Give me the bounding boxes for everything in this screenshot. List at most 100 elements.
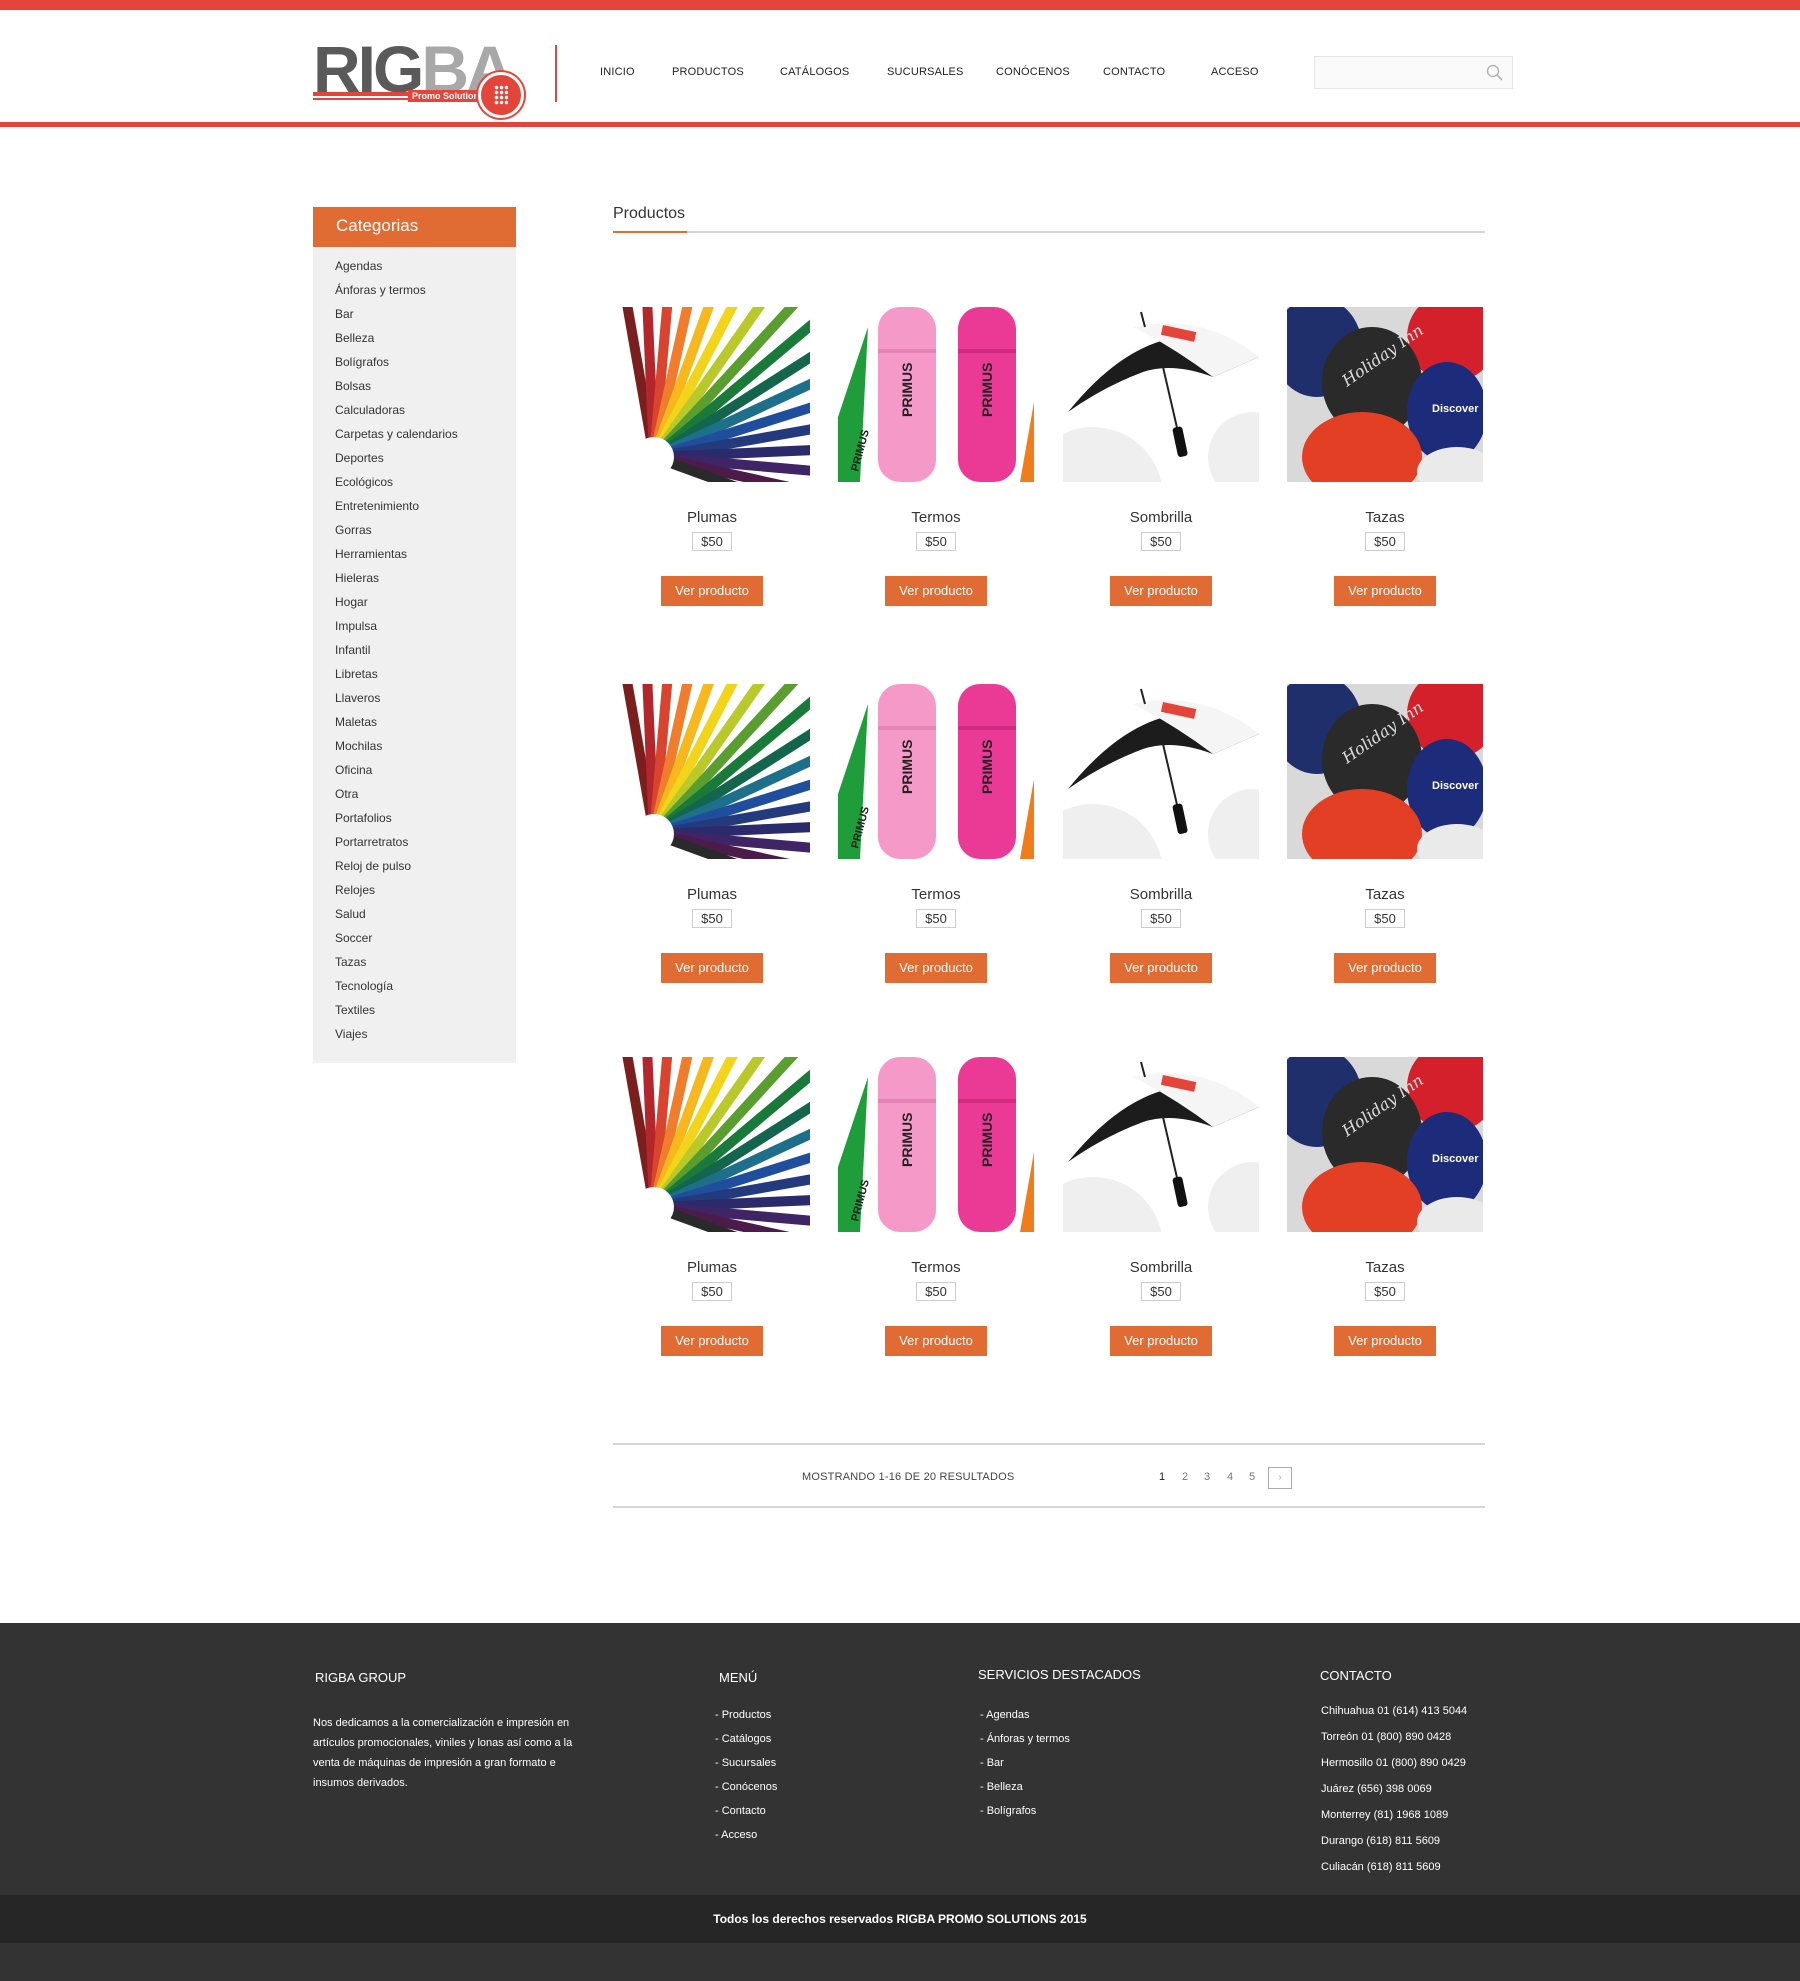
view-product-button[interactable]: Ver producto xyxy=(885,1326,987,1356)
category-item[interactable]: Ánforas y termos xyxy=(335,281,516,305)
next-page-button[interactable]: › xyxy=(1268,1467,1292,1489)
thermos-image[interactable]: PRIMUS PRIMUS PRIMUS xyxy=(838,684,1034,859)
category-item[interactable]: Bolsas xyxy=(335,377,516,401)
nav-item-catalogos[interactable]: CATÁLOGOS xyxy=(780,66,849,78)
view-product-button[interactable]: Ver producto xyxy=(661,953,763,983)
category-item[interactable]: Oficina xyxy=(335,761,516,785)
product-name[interactable]: Plumas xyxy=(614,886,810,903)
page-link-1[interactable]: 1 xyxy=(1159,1471,1165,1483)
category-item[interactable]: Agendas xyxy=(335,257,516,281)
view-product-button[interactable]: Ver producto xyxy=(661,1326,763,1356)
view-product-button[interactable]: Ver producto xyxy=(885,953,987,983)
view-product-button[interactable]: Ver producto xyxy=(661,576,763,606)
nav-item-inicio[interactable]: INICIO xyxy=(600,66,635,78)
footer-service-link[interactable]: - Bolígrafos xyxy=(980,1802,1070,1826)
colored-pencils-image[interactable] xyxy=(614,684,810,859)
category-item[interactable]: Soccer xyxy=(335,929,516,953)
category-item[interactable]: Hogar xyxy=(335,593,516,617)
product-name[interactable]: Tazas xyxy=(1287,1259,1483,1276)
view-product-button[interactable]: Ver producto xyxy=(1110,953,1212,983)
category-item[interactable]: Portafolios xyxy=(335,809,516,833)
rigba-logo[interactable]: RIGBA Promo Solutions xyxy=(313,34,528,124)
umbrella-image[interactable] xyxy=(1063,684,1259,859)
view-product-button[interactable]: Ver producto xyxy=(1110,576,1212,606)
footer-service-link[interactable]: - Ánforas y termos xyxy=(980,1730,1070,1754)
sidebar-title: Categorias xyxy=(313,207,516,247)
mugs-image[interactable]: Holiday Inn Discover xyxy=(1287,684,1483,859)
search-icon[interactable] xyxy=(1486,64,1504,82)
product-name[interactable]: Termos xyxy=(838,1259,1034,1276)
product-name[interactable]: Plumas xyxy=(614,1259,810,1276)
thermos-image[interactable]: PRIMUS PRIMUS PRIMUS xyxy=(838,1057,1034,1232)
product-card: Sombrilla $50 Ver producto xyxy=(1063,684,1259,983)
footer-menu-link[interactable]: - Sucursales xyxy=(715,1754,777,1778)
umbrella-image[interactable] xyxy=(1063,1057,1259,1232)
colored-pencils-image[interactable] xyxy=(614,307,810,482)
footer-service-link[interactable]: - Belleza xyxy=(980,1778,1070,1802)
footer-menu-link[interactable]: - Contacto xyxy=(715,1802,777,1826)
category-item[interactable]: Mochilas xyxy=(335,737,516,761)
category-item[interactable]: Herramientas xyxy=(335,545,516,569)
category-item[interactable]: Textiles xyxy=(335,1001,516,1025)
category-item[interactable]: Bolígrafos xyxy=(335,353,516,377)
category-item[interactable]: Libretas xyxy=(335,665,516,689)
category-item[interactable]: Deportes xyxy=(335,449,516,473)
thermos-image[interactable]: PRIMUS PRIMUS PRIMUS xyxy=(838,307,1034,482)
category-item[interactable]: Infantil xyxy=(335,641,516,665)
category-item[interactable]: Bar xyxy=(335,305,516,329)
category-item[interactable]: Llaveros xyxy=(335,689,516,713)
nav-item-productos[interactable]: PRODUCTOS xyxy=(672,66,744,78)
category-item[interactable]: Entretenimiento xyxy=(335,497,516,521)
product-name[interactable]: Sombrilla xyxy=(1063,1259,1259,1276)
mugs-image[interactable]: Holiday Inn Discover xyxy=(1287,307,1483,482)
category-item[interactable]: Carpetas y calendarios xyxy=(335,425,516,449)
product-name[interactable]: Sombrilla xyxy=(1063,886,1259,903)
view-product-button[interactable]: Ver producto xyxy=(1110,1326,1212,1356)
view-product-button[interactable]: Ver producto xyxy=(1334,1326,1436,1356)
product-name[interactable]: Termos xyxy=(838,886,1034,903)
product-name[interactable]: Tazas xyxy=(1287,886,1483,903)
nav-item-conocenos[interactable]: CONÓCENOS xyxy=(996,66,1070,78)
product-name[interactable]: Tazas xyxy=(1287,509,1483,526)
category-item[interactable]: Portarretratos xyxy=(335,833,516,857)
category-item[interactable]: Ecológicos xyxy=(335,473,516,497)
colored-pencils-image[interactable] xyxy=(614,1057,810,1232)
category-item[interactable]: Tecnología xyxy=(335,977,516,1001)
footer-service-link[interactable]: - Bar xyxy=(980,1754,1070,1778)
mugs-image[interactable]: Holiday Inn Discover xyxy=(1287,1057,1483,1232)
footer-menu-link[interactable]: - Acceso xyxy=(715,1826,777,1850)
category-item[interactable]: Maletas xyxy=(335,713,516,737)
view-product-button[interactable]: Ver producto xyxy=(1334,953,1436,983)
category-item[interactable]: Reloj de pulso xyxy=(335,857,516,881)
category-item[interactable]: Viajes xyxy=(335,1025,516,1049)
view-product-button[interactable]: Ver producto xyxy=(1334,576,1436,606)
page-link-5[interactable]: 5 xyxy=(1249,1471,1255,1483)
product-name[interactable]: Plumas xyxy=(614,509,810,526)
view-product-button[interactable]: Ver producto xyxy=(885,576,987,606)
footer-contact-line: Durango (618) 811 5609 xyxy=(1321,1835,1441,1847)
footer-menu-link[interactable]: - Conócenos xyxy=(715,1778,777,1802)
page-link-4[interactable]: 4 xyxy=(1227,1471,1233,1483)
nav-item-contacto[interactable]: CONTACTO xyxy=(1103,66,1165,78)
footer-contact-line: Monterrey (81) 1968 1089 xyxy=(1321,1809,1449,1821)
nav-item-acceso[interactable]: ACCESO xyxy=(1211,66,1259,78)
umbrella-image[interactable] xyxy=(1063,307,1259,482)
category-item[interactable]: Salud xyxy=(335,905,516,929)
product-name[interactable]: Termos xyxy=(838,509,1034,526)
category-item[interactable]: Relojes xyxy=(335,881,516,905)
footer-menu-link[interactable]: - Productos xyxy=(715,1706,777,1730)
product-name[interactable]: Sombrilla xyxy=(1063,509,1259,526)
page-link-3[interactable]: 3 xyxy=(1204,1471,1210,1483)
category-item[interactable]: Hieleras xyxy=(335,569,516,593)
category-item[interactable]: Otra xyxy=(335,785,516,809)
footer-service-link[interactable]: - Agendas xyxy=(980,1706,1070,1730)
category-item[interactable]: Impulsa xyxy=(335,617,516,641)
category-item[interactable]: Gorras xyxy=(335,521,516,545)
category-item[interactable]: Belleza xyxy=(335,329,516,353)
footer-menu-link[interactable]: - Catálogos xyxy=(715,1730,777,1754)
category-item[interactable]: Calculadoras xyxy=(335,401,516,425)
search-input[interactable] xyxy=(1314,56,1513,89)
category-item[interactable]: Tazas xyxy=(335,953,516,977)
page-link-2[interactable]: 2 xyxy=(1182,1471,1188,1483)
nav-item-sucursales[interactable]: SUCURSALES xyxy=(887,66,964,78)
